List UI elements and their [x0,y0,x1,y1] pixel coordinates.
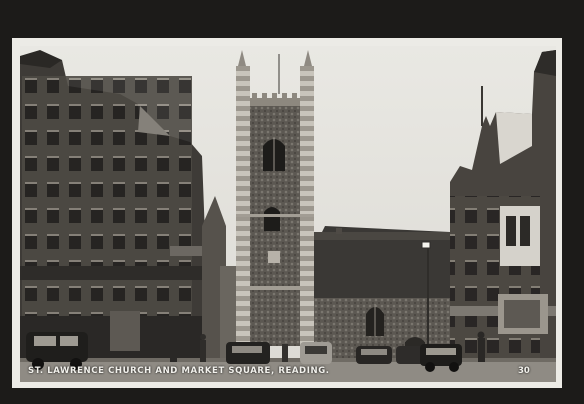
church-nave [314,226,454,362]
postcard-number: 30 [518,366,530,376]
church-tower [236,50,314,346]
postcard-photo [20,46,556,382]
postcard-caption: ST. LAWRENCE CHURCH AND MARKET SQUARE, R… [28,366,330,376]
